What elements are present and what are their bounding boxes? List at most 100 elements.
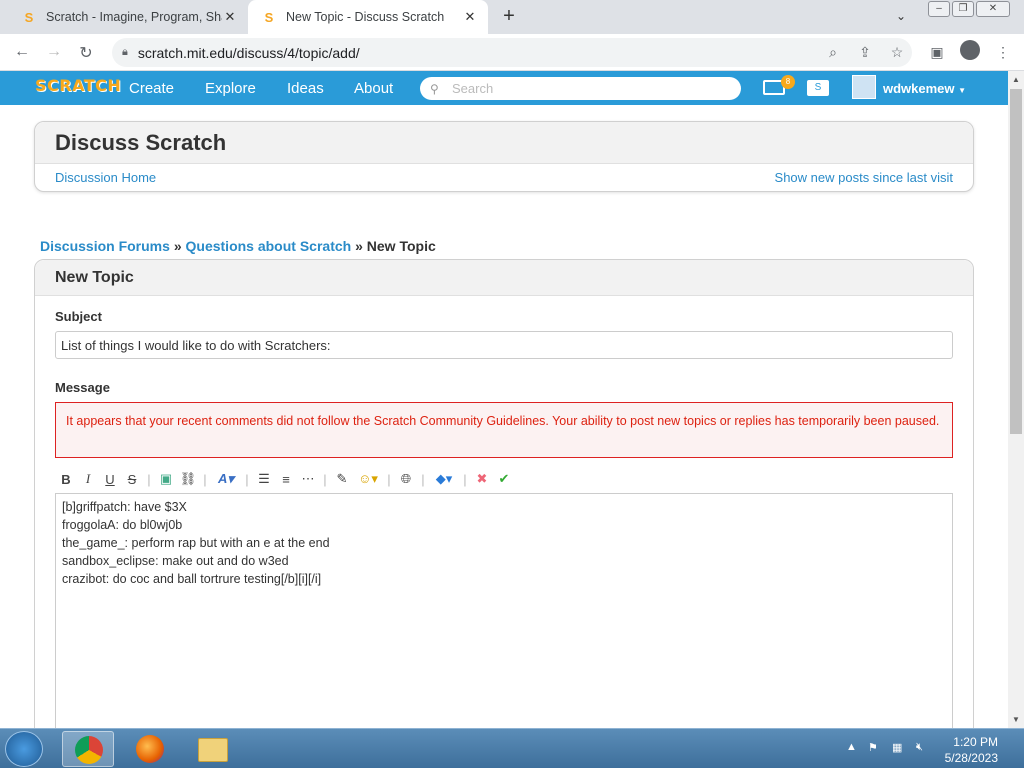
back-arrow-icon[interactable]: ← [12, 43, 32, 61]
breadcrumb-separator: » [173, 238, 182, 254]
toolbar-divider: | [147, 471, 151, 487]
nav-create[interactable]: Create [129, 80, 174, 97]
quote-icon[interactable]: ✎ [331, 471, 353, 487]
username: wdwkemew [883, 81, 955, 96]
lock-icon: 🔒︎ [122, 46, 128, 58]
forward-arrow-icon[interactable]: → [44, 43, 64, 61]
show-new-posts-link[interactable]: Show new posts since last visit [775, 170, 953, 185]
network-icon[interactable]: ▦ [892, 741, 902, 754]
taskbar-explorer-button[interactable] [186, 731, 238, 767]
underline-icon[interactable]: U [99, 472, 121, 487]
tab-strip: S Scratch - Imagine, Program, Share ✕ S … [0, 0, 1024, 34]
breadcrumb-current: New Topic [366, 238, 436, 254]
tab-title: Scratch - Imagine, Program, Share [46, 10, 222, 24]
nav-explore[interactable]: Explore [205, 80, 256, 97]
smiley-icon[interactable]: ☺▾ [353, 471, 383, 487]
form-heading: New Topic [35, 260, 973, 296]
discussion-home-link[interactable]: Discussion Home [55, 170, 156, 185]
close-tab-icon[interactable]: ✕ [462, 9, 478, 25]
taskbar-clock[interactable]: 1:20 PM 5/28/2023 [945, 734, 998, 766]
bold-icon[interactable]: B [55, 472, 77, 487]
globe-icon[interactable]: 🌐︎ [395, 471, 417, 487]
profile-avatar-icon[interactable] [960, 40, 980, 63]
scratchblocks-icon[interactable]: ◆▾ [429, 471, 459, 487]
browser-tab-new-topic[interactable]: S New Topic - Discuss Scratch ✕ [248, 0, 488, 34]
message-label: Message [55, 380, 110, 395]
preview-check-icon[interactable]: ✔ [493, 471, 515, 487]
browser-toolbar: ← → ↻ 🔒︎ scratch.mit.edu/discuss/4/topic… [0, 34, 1024, 71]
subject-label: Subject [55, 309, 102, 324]
scratch-logo[interactable]: SCRATCH [35, 76, 121, 95]
new-topic-form: New Topic Subject Message It appears tha… [34, 259, 974, 760]
new-tab-button[interactable]: + [498, 5, 520, 28]
italic-icon[interactable]: I [77, 471, 99, 487]
scratch-navbar: SCRATCH Create Explore Ideas About ⚲ Sea… [0, 71, 1008, 105]
toolbar-divider: | [245, 471, 249, 487]
breadcrumb-forums-link[interactable]: Discussion Forums [40, 238, 170, 254]
error-message: It appears that your recent comments did… [55, 402, 953, 458]
windows-taskbar: ▲ ⚑ ▦ 🔇︎ 1:20 PM 5/28/2023 [0, 728, 1024, 768]
message-textarea[interactable]: [b]griffpatch: have $3X froggolaA: do bl… [55, 493, 953, 760]
strikethrough-icon[interactable]: S [121, 472, 143, 487]
bookmark-star-icon[interactable]: ☆ [888, 44, 906, 61]
scratch-favicon-icon: S [264, 9, 274, 25]
scrollbar-thumb[interactable] [1010, 89, 1022, 434]
reload-icon[interactable]: ↻ [76, 43, 96, 63]
start-button[interactable] [5, 731, 43, 767]
search-placeholder: Search [452, 81, 494, 96]
search-input[interactable]: ⚲ Search [420, 77, 741, 100]
side-panel-icon[interactable]: ▣ [928, 44, 946, 61]
clear-formatting-icon[interactable]: ✖ [471, 471, 493, 487]
clock-time: 1:20 PM [953, 735, 998, 749]
nav-about[interactable]: About [354, 80, 393, 97]
scroll-down-arrow-icon[interactable]: ▼ [1008, 715, 1024, 724]
user-avatar[interactable] [852, 75, 876, 99]
window-controls: – ❐ ✕ [928, 1, 1010, 21]
breadcrumb-separator: » [355, 238, 363, 254]
close-window-button[interactable]: ✕ [976, 1, 1010, 17]
toolbar-divider: | [387, 471, 391, 487]
action-center-icon[interactable]: ⚑ [868, 741, 878, 754]
subject-input[interactable] [55, 331, 953, 359]
clock-date: 5/28/2023 [944, 751, 998, 765]
account-menu[interactable]: wdwkemew ▼ [883, 81, 966, 96]
zoom-search-icon[interactable]: ⌕ [824, 44, 842, 61]
my-stuff-icon[interactable]: S [807, 80, 829, 96]
bulleted-list-icon[interactable]: ☰ [253, 471, 275, 487]
breadcrumb: Discussion Forums » Questions about Scra… [40, 238, 436, 254]
scratch-favicon-icon: S [24, 9, 34, 25]
page-title: Discuss Scratch [35, 122, 973, 164]
nav-ideas[interactable]: Ideas [287, 80, 324, 97]
page-scrollbar[interactable]: ▲ ▼ [1008, 71, 1024, 728]
restore-button[interactable]: ❐ [952, 1, 974, 17]
tab-search-chevron-icon[interactable]: ⌄ [896, 9, 906, 23]
folder-icon [198, 738, 228, 762]
toolbar-divider: | [203, 471, 207, 487]
tray-expand-icon[interactable]: ▲ [846, 741, 857, 753]
minimize-button[interactable]: – [928, 1, 950, 17]
volume-muted-icon[interactable]: 🔇︎ [916, 741, 923, 754]
chrome-icon [75, 736, 103, 764]
tab-title: New Topic - Discuss Scratch [286, 10, 445, 24]
toolbar-divider: | [463, 471, 467, 487]
messages-count-badge: 8 [781, 75, 795, 89]
share-icon[interactable]: ⇪ [856, 44, 874, 61]
taskbar-chrome-button[interactable] [62, 731, 114, 767]
font-size-icon[interactable]: A▾ [211, 471, 241, 487]
address-bar[interactable]: 🔒︎ scratch.mit.edu/discuss/4/topic/add/ [112, 38, 912, 67]
list-item-icon[interactable]: ⋯ [297, 471, 319, 487]
firefox-icon [136, 735, 164, 763]
dropdown-caret-icon: ▼ [958, 86, 967, 95]
discuss-header-box: Discuss Scratch Discussion Home Show new… [34, 121, 974, 192]
numbered-list-icon[interactable]: ≡ [275, 472, 297, 487]
url-text: scratch.mit.edu/discuss/4/topic/add/ [137, 44, 360, 61]
browser-tab-scratch-home[interactable]: S Scratch - Imagine, Program, Share ✕ [8, 0, 248, 34]
editor-toolbar: B I U S | ▣ ⛓ | A▾ | ☰ ≡ ⋯ | ✎ ☺▾ | 🌐︎ |… [55, 465, 953, 493]
taskbar-firefox-button[interactable] [124, 731, 176, 767]
image-icon[interactable]: ▣ [155, 471, 177, 487]
link-icon[interactable]: ⛓ [177, 471, 199, 487]
kebab-menu-icon[interactable]: ⋮ [994, 44, 1012, 61]
close-tab-icon[interactable]: ✕ [222, 9, 238, 25]
breadcrumb-category-link[interactable]: Questions about Scratch [186, 238, 352, 254]
scroll-up-arrow-icon[interactable]: ▲ [1008, 75, 1024, 84]
